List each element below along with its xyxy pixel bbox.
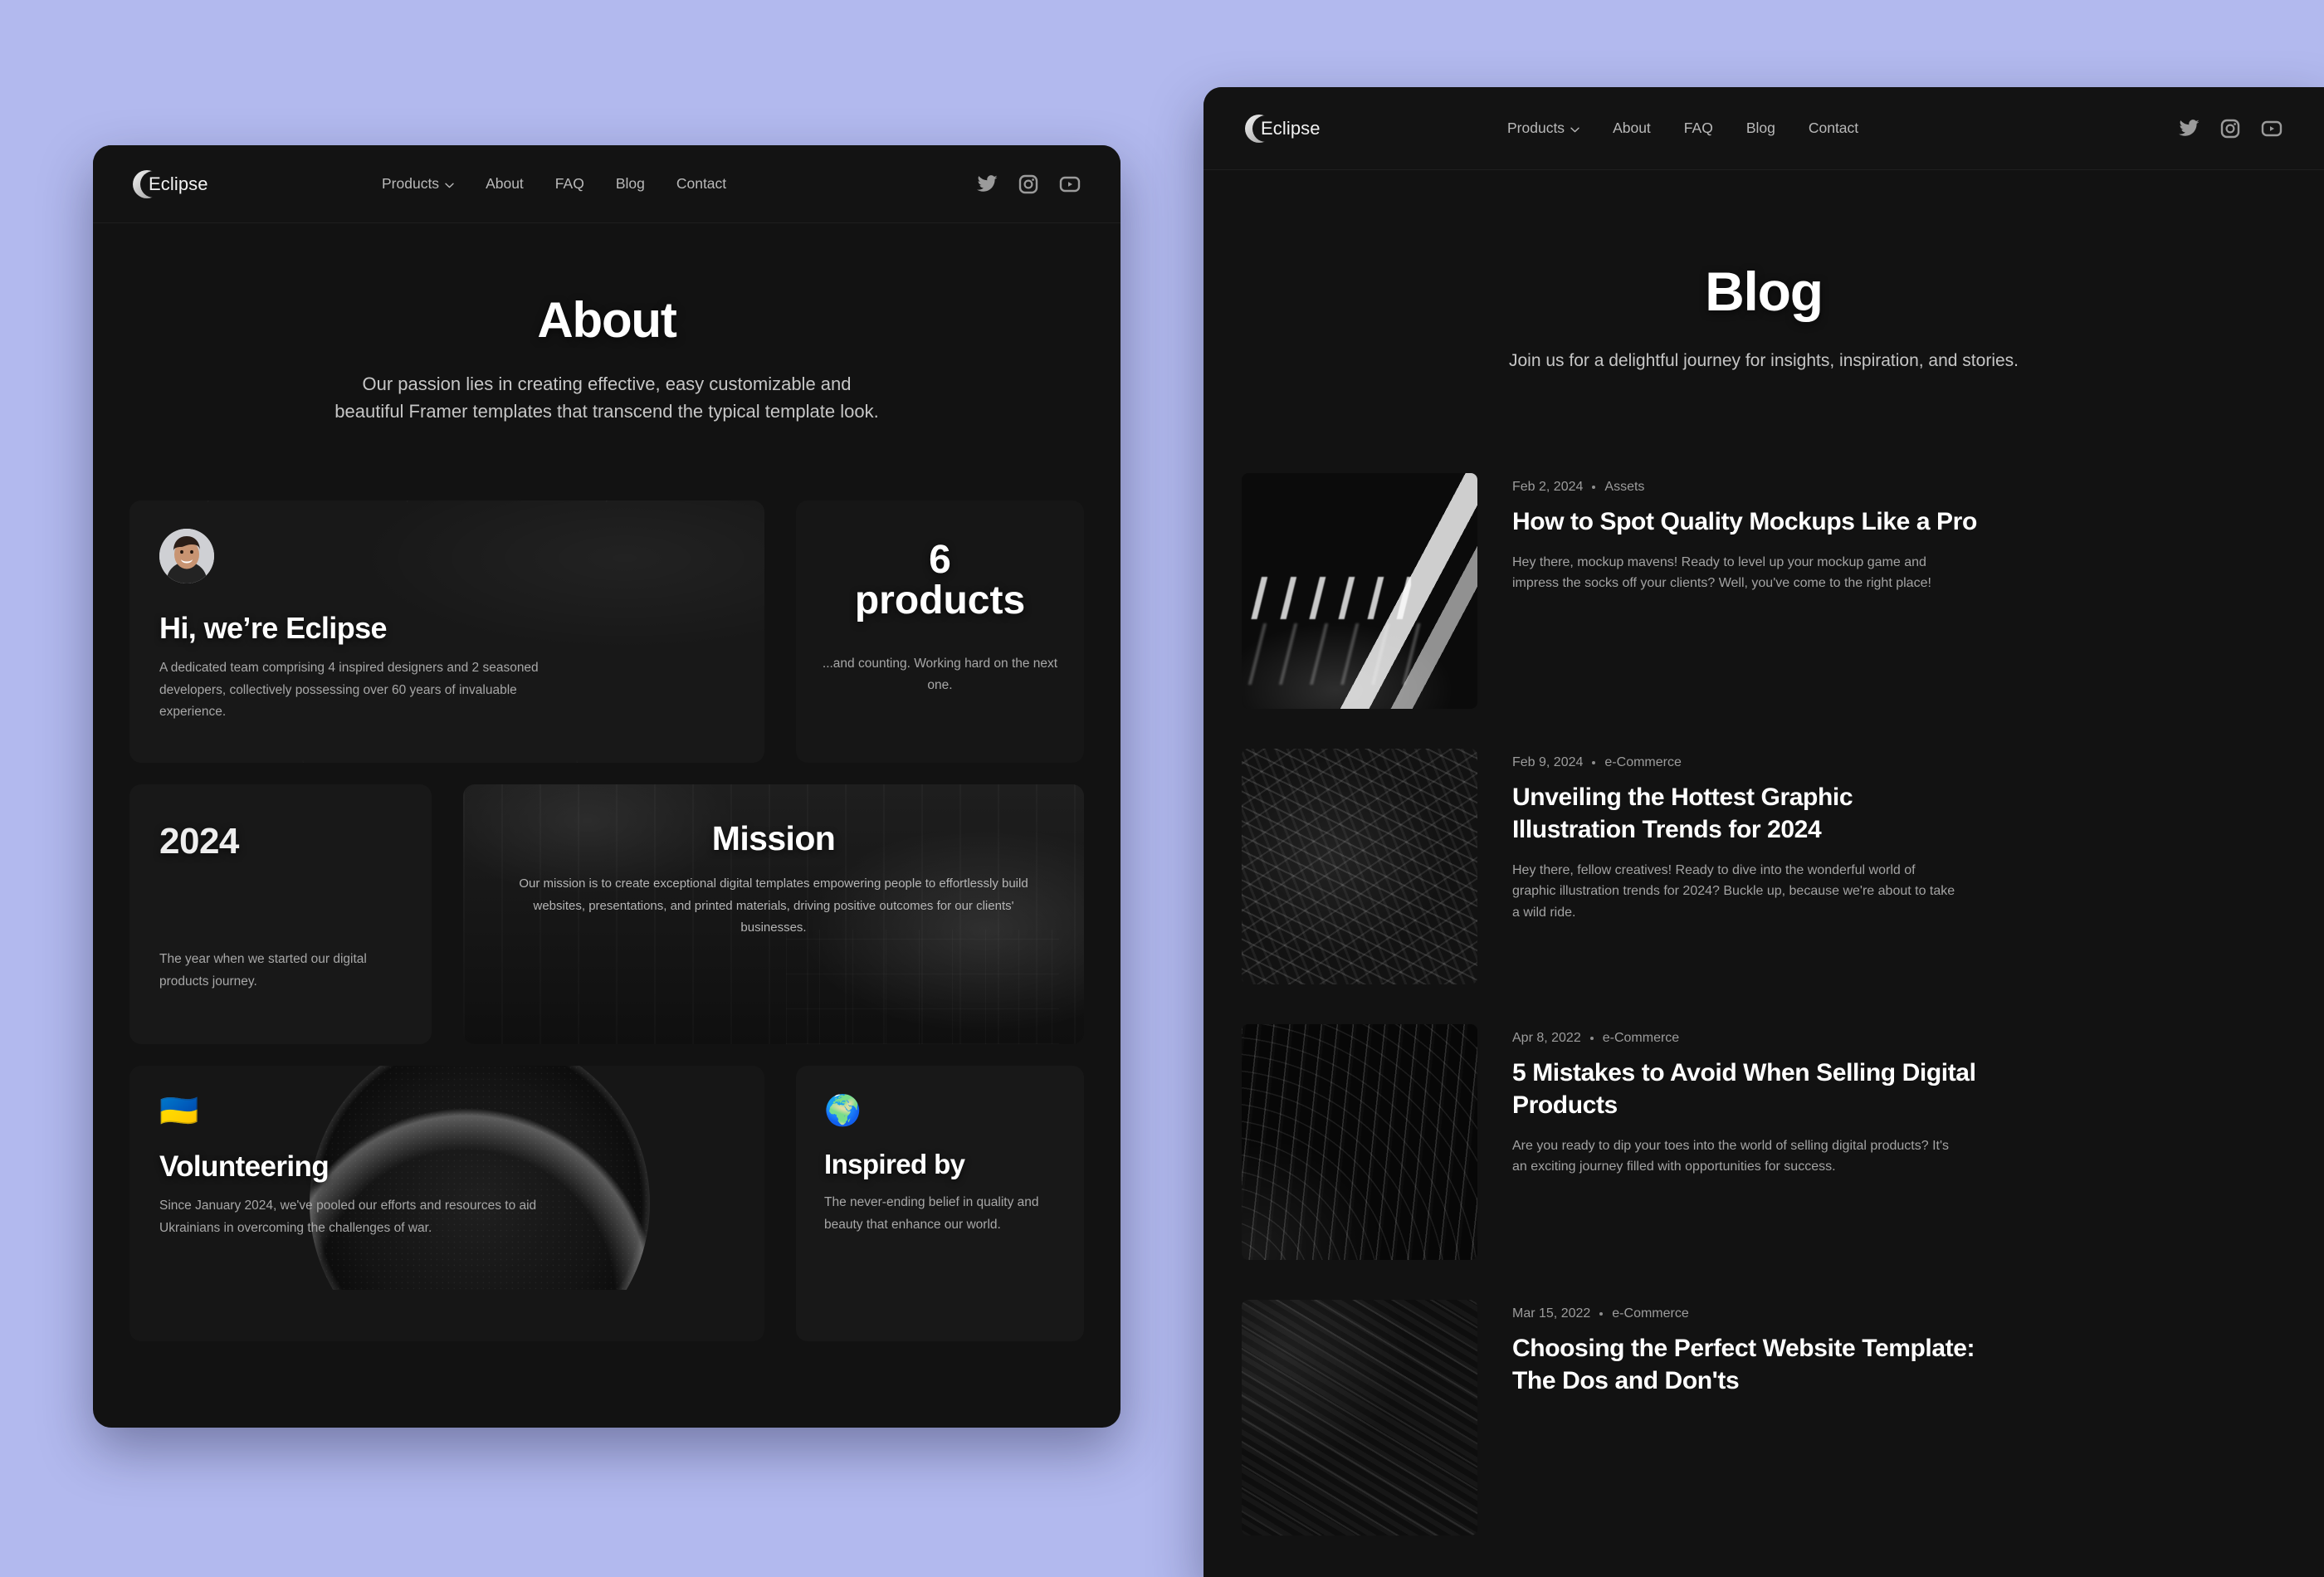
card-volunteering-body: Since January 2024, we've pooled our eff… bbox=[159, 1198, 537, 1235]
about-grid-row-1: Hi, we’re Eclipse A dedicated team compr… bbox=[129, 500, 1084, 763]
blog-post-date: Feb 2, 2024 bbox=[1512, 479, 1584, 494]
chevron-down-icon bbox=[1570, 120, 1579, 137]
globe-emoji: 🌍 bbox=[824, 1092, 862, 1127]
blog-post-title[interactable]: How to Spot Quality Mockups Like a Pro bbox=[1512, 505, 1977, 538]
nav-link-faq[interactable]: FAQ bbox=[1684, 120, 1713, 137]
card-volunteering-heading: Volunteering bbox=[159, 1150, 330, 1183]
card-year: 2024 The year when we started our digita… bbox=[129, 784, 432, 1044]
blog-post-thumbnail[interactable] bbox=[1242, 1023, 1477, 1260]
card-mission-body: Our mission is to create exceptional dig… bbox=[519, 876, 1028, 935]
brand-name: Eclipse bbox=[1261, 117, 1321, 139]
blog-page-subtitle: Join us for a delightful journey for ins… bbox=[1509, 351, 2019, 370]
blog-post-category: e-Commerce bbox=[1604, 754, 1682, 769]
blog-post-category: e-Commerce bbox=[1602, 1030, 1680, 1045]
card-products-count: 6 bbox=[929, 537, 951, 582]
card-inspired-body: The never-ending belief in quality and b… bbox=[824, 1194, 1039, 1232]
blog-post-date: Mar 15, 2022 bbox=[1512, 1306, 1591, 1321]
twitter-icon[interactable] bbox=[2175, 115, 2203, 143]
nav-link-contact[interactable]: Contact bbox=[1809, 120, 1858, 137]
blog-post-category: e-Commerce bbox=[1612, 1306, 1689, 1321]
blog-post-item[interactable]: Mar 15, 2022 e-Commerce Choosing the Per… bbox=[1242, 1299, 2286, 1536]
blog-post-item[interactable]: Feb 9, 2024 e-Commerce Unveiling the Hot… bbox=[1242, 748, 2286, 984]
chevron-down-icon bbox=[445, 175, 454, 193]
separator-dot-icon bbox=[1592, 760, 1596, 764]
blog-page-title: Blog bbox=[1705, 261, 1824, 322]
nav-link-blog[interactable]: Blog bbox=[616, 175, 645, 193]
blog-post-excerpt: Hey there, mockup mavens! Ready to level… bbox=[1512, 554, 1931, 591]
separator-dot-icon bbox=[1589, 1036, 1594, 1040]
about-grid-row-2: 2024 The year when we started our digita… bbox=[129, 784, 1084, 1044]
separator-dot-icon bbox=[1599, 1311, 1604, 1316]
instagram-icon[interactable] bbox=[1014, 170, 1042, 198]
nav-link-blog[interactable]: Blog bbox=[1746, 120, 1775, 137]
blog-social-links bbox=[2175, 115, 2286, 143]
blog-post-item[interactable]: Apr 8, 2022 e-Commerce 5 Mistakes to Avo… bbox=[1242, 1023, 2286, 1260]
about-content-grid: Hi, we’re Eclipse A dedicated team compr… bbox=[129, 500, 1084, 1341]
card-inspired-heading: Inspired by bbox=[824, 1148, 965, 1179]
blog-nav-links: Products About FAQ Blog Contact bbox=[1507, 120, 1858, 137]
card-products: 6 products ...and counting. Working hard… bbox=[796, 500, 1084, 763]
card-volunteering: 🇺🇦 Volunteering Since January 2024, we'v… bbox=[129, 1065, 764, 1341]
blog-post-thumbnail[interactable] bbox=[1242, 1299, 1477, 1536]
card-year-body: The year when we started our digital pro… bbox=[159, 951, 367, 989]
youtube-icon[interactable] bbox=[1056, 170, 1084, 198]
card-inspired: 🌍 Inspired by The never-ending belief in… bbox=[796, 1065, 1084, 1341]
blog-hero: Blog Join us for a delightful journey fo… bbox=[1204, 170, 2324, 375]
blog-post-excerpt: Are you ready to dip your toes into the … bbox=[1512, 1138, 1950, 1174]
about-page-subtitle: Our passion lies in creating effective, … bbox=[334, 374, 879, 422]
blog-post-thumbnail[interactable] bbox=[1242, 748, 1477, 984]
card-products-body: ...and counting. Working hard on the nex… bbox=[822, 656, 1058, 693]
card-mission: Mission Our mission is to create excepti… bbox=[463, 784, 1084, 1044]
nav-link-about[interactable]: About bbox=[486, 175, 524, 193]
blog-post-meta: Mar 15, 2022 e-Commerce bbox=[1512, 1306, 2286, 1321]
blog-navbar: Eclipse Products About FAQ Blog Contact bbox=[1204, 87, 2324, 170]
blog-post-item[interactable]: Feb 2, 2024 Assets How to Spot Quality M… bbox=[1242, 472, 2286, 709]
card-team-heading: Hi, we’re Eclipse bbox=[159, 610, 388, 645]
card-products-unit: products bbox=[854, 578, 1026, 622]
screenshot-stage: Eclipse Products About FAQ Blog Contact bbox=[0, 0, 2324, 1577]
blog-post-meta: Feb 2, 2024 Assets bbox=[1512, 480, 2286, 495]
blog-post-date: Feb 9, 2024 bbox=[1512, 754, 1584, 769]
about-page-card: Eclipse Products About FAQ Blog Contact bbox=[93, 145, 1120, 1428]
card-year-value: 2024 bbox=[159, 820, 239, 862]
about-social-links bbox=[973, 170, 1084, 198]
instagram-icon[interactable] bbox=[2216, 115, 2244, 143]
avatar bbox=[159, 528, 214, 583]
brand-name: Eclipse bbox=[149, 173, 208, 194]
about-navbar: Eclipse Products About FAQ Blog Contact bbox=[93, 145, 1120, 223]
nav-link-about[interactable]: About bbox=[1613, 120, 1651, 137]
blog-post-excerpt: Hey there, fellow creatives! Ready to di… bbox=[1512, 862, 1955, 920]
card-mission-heading: Mission bbox=[711, 818, 836, 857]
brand-logo[interactable]: Eclipse bbox=[129, 166, 271, 202]
blog-post-meta: Apr 8, 2022 e-Commerce bbox=[1512, 1031, 2286, 1046]
brand-logo[interactable]: Eclipse bbox=[1242, 110, 1383, 146]
separator-dot-icon bbox=[1592, 485, 1596, 489]
nav-link-products[interactable]: Products bbox=[382, 175, 454, 193]
nav-link-contact[interactable]: Contact bbox=[676, 175, 726, 193]
blog-post-title[interactable]: 5 Mistakes to Avoid When Selling Digital… bbox=[1512, 1057, 1977, 1121]
about-hero: About Our passion lies in creating effec… bbox=[93, 223, 1120, 426]
blog-post-thumbnail[interactable] bbox=[1242, 472, 1477, 709]
card-team-body: A dedicated team comprising 4 inspired d… bbox=[159, 660, 539, 720]
blog-post-category: Assets bbox=[1604, 479, 1645, 494]
blog-post-title[interactable]: Unveiling the Hottest Graphic Illustrati… bbox=[1512, 781, 1977, 846]
nav-link-faq[interactable]: FAQ bbox=[555, 175, 584, 193]
card-team: Hi, we’re Eclipse A dedicated team compr… bbox=[129, 500, 764, 763]
blog-post-meta: Feb 9, 2024 e-Commerce bbox=[1512, 755, 2286, 770]
blog-post-date: Apr 8, 2022 bbox=[1512, 1030, 1581, 1045]
about-grid-row-3: 🇺🇦 Volunteering Since January 2024, we'v… bbox=[129, 1065, 1084, 1341]
about-nav-links: Products About FAQ Blog Contact bbox=[382, 175, 726, 193]
twitter-icon[interactable] bbox=[973, 170, 1001, 198]
ukraine-flag-emoji: 🇺🇦 bbox=[159, 1093, 199, 1129]
about-page-title: About bbox=[537, 292, 676, 348]
blog-page-card: Eclipse Products About FAQ Blog Contact bbox=[1204, 87, 2324, 1577]
youtube-icon[interactable] bbox=[2258, 115, 2286, 143]
nav-link-products[interactable]: Products bbox=[1507, 120, 1579, 137]
blog-post-list: Feb 2, 2024 Assets How to Spot Quality M… bbox=[1242, 472, 2286, 1536]
blog-post-title[interactable]: Choosing the Perfect Website Template: T… bbox=[1512, 1332, 1977, 1397]
